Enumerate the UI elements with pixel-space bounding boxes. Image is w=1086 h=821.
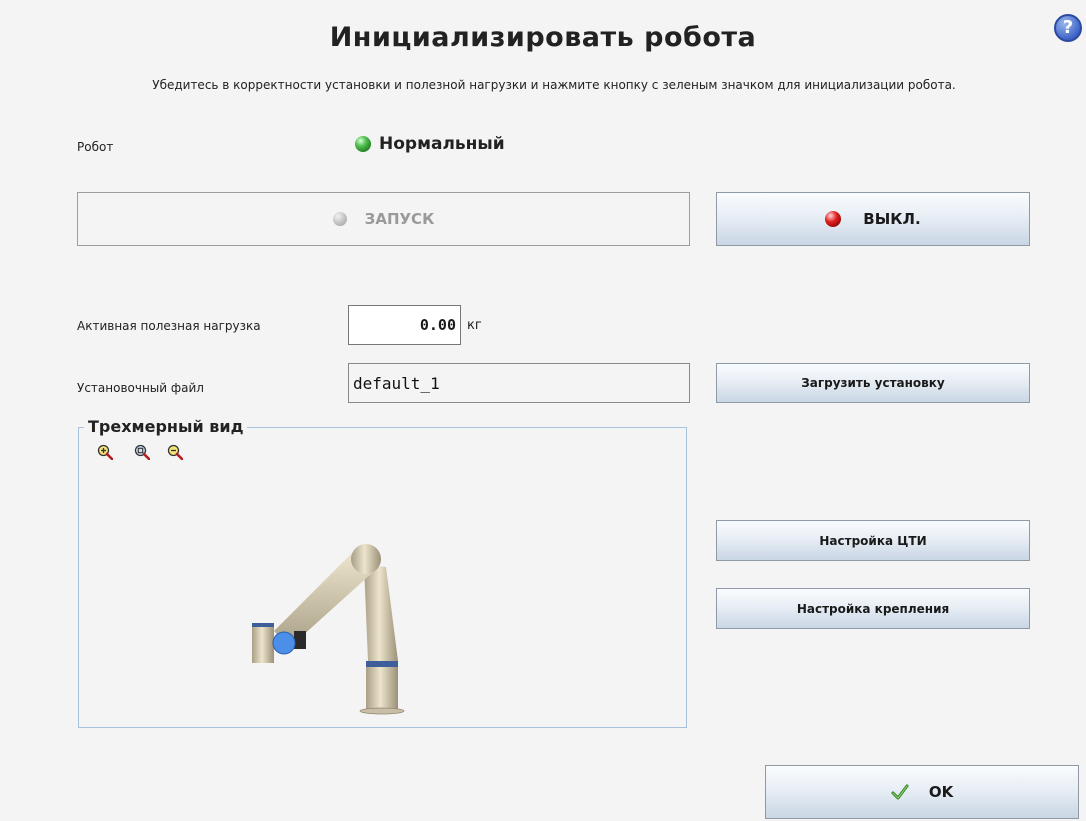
installation-label: Установочный файл bbox=[77, 381, 204, 395]
checkmark-icon bbox=[891, 784, 909, 800]
instructions-text: Убедитесь в корректности установки и пол… bbox=[152, 78, 956, 92]
zoom-out-icon[interactable] bbox=[167, 444, 183, 460]
payload-unit: кг bbox=[467, 318, 482, 333]
zoom-in-icon[interactable] bbox=[97, 444, 113, 460]
robot-arm-model bbox=[252, 544, 405, 715]
status-green-icon bbox=[355, 136, 371, 152]
robot-status: Нормальный bbox=[355, 134, 505, 154]
ok-button[interactable]: OK bbox=[765, 765, 1079, 819]
tcp-setup-button[interactable]: Настройка ЦТИ bbox=[716, 520, 1030, 561]
robot-label: Робот bbox=[77, 140, 114, 154]
ok-button-label: OK bbox=[928, 783, 954, 801]
power-off-button[interactable]: ВЫКЛ. bbox=[716, 192, 1030, 246]
payload-value: 0.00 bbox=[419, 316, 456, 334]
view3d-title: Трехмерный вид bbox=[84, 417, 248, 436]
payload-label: Активная полезная нагрузка bbox=[77, 319, 261, 333]
mounting-setup-button[interactable]: Настройка крепления bbox=[716, 588, 1030, 629]
power-red-icon bbox=[825, 211, 842, 227]
start-grey-icon bbox=[332, 212, 347, 226]
power-off-label: ВЫКЛ. bbox=[863, 210, 921, 228]
help-icon[interactable]: ? bbox=[1054, 14, 1082, 42]
page-title: Инициализировать робота bbox=[329, 22, 757, 53]
load-installation-button[interactable]: Загрузить установку bbox=[716, 363, 1030, 403]
payload-input[interactable]: 0.00 bbox=[348, 305, 461, 345]
installation-file-value: default_1 bbox=[353, 373, 440, 393]
installation-file-field: default_1 bbox=[348, 363, 690, 403]
start-button-label: ЗАПУСК bbox=[364, 210, 435, 228]
start-button[interactable]: ЗАПУСК bbox=[77, 192, 690, 246]
zoom-reset-icon[interactable] bbox=[134, 444, 150, 460]
robot-status-text: Нормальный bbox=[379, 134, 505, 154]
